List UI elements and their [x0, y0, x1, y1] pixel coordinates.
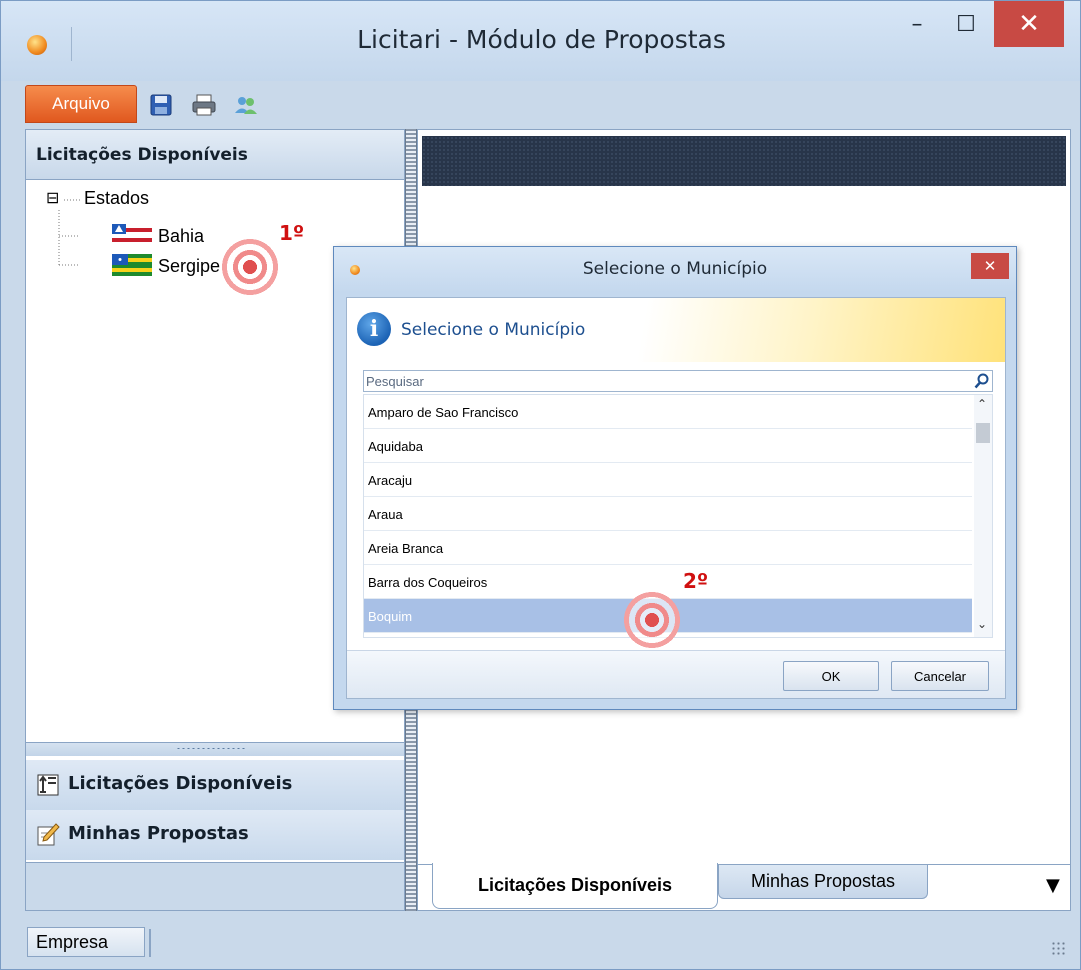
nav-label: Licitações Disponíveis [68, 773, 293, 794]
title-bar: Licitari - Módulo de Propostas – ☐ ✕ [1, 1, 1080, 81]
edit-icon [36, 823, 60, 847]
list-item[interactable]: Amparo de Sao Francisco [364, 395, 972, 429]
nav-label: Minhas Propostas [68, 823, 249, 844]
tab-licitacoes-disponiveis[interactable]: Licitações Disponíveis [432, 863, 718, 909]
menu-arquivo[interactable]: Arquivo [25, 85, 137, 123]
search-icon[interactable] [974, 373, 990, 389]
minimize-button[interactable]: – [889, 1, 945, 47]
scroll-down-icon[interactable]: ⌄ [977, 617, 987, 631]
tree-node-sergipe[interactable]: Sergipe [158, 256, 220, 277]
list-item[interactable]: Aquidaba [364, 429, 972, 463]
tree-collapse-icon[interactable]: ⊟ [46, 188, 59, 208]
splitter-grip [176, 747, 246, 750]
search-input[interactable] [366, 372, 966, 390]
click-target-marker-2 [621, 589, 683, 651]
users-icon[interactable] [233, 93, 259, 117]
list-icon [36, 773, 60, 797]
nav-licitacoes-disponiveis[interactable]: Licitações Disponíveis [26, 760, 404, 810]
dialog-heading: Selecione o Município [401, 320, 586, 340]
dialog-banner: i Selecione o Município [347, 298, 1005, 362]
dialog-close-button[interactable]: ✕ [971, 253, 1009, 279]
dialog-title: Selecione o Município [582, 259, 768, 279]
resize-grip[interactable] [1051, 941, 1067, 957]
status-bar: Empresa [21, 923, 1073, 961]
list-item[interactable]: Areia Branca [364, 531, 972, 565]
municipio-list[interactable]: Amparo de Sao Francisco Aquidaba Aracaju… [363, 394, 993, 638]
nav-footer [26, 862, 404, 910]
bahia-flag-icon [112, 224, 152, 246]
list-item[interactable]: Araua [364, 497, 972, 531]
cancel-button[interactable]: Cancelar [891, 661, 989, 691]
tabs-dropdown-icon[interactable]: ▼ [1046, 875, 1060, 896]
dialog-title-bar: Selecione o Município ✕ [334, 247, 1016, 293]
ok-button[interactable]: OK [783, 661, 879, 691]
maximize-button[interactable]: ☐ [938, 1, 994, 47]
list-item[interactable]: Aracaju [364, 463, 972, 497]
toolbar: Arquivo [21, 85, 1071, 125]
left-panel-header: Licitações Disponíveis [26, 130, 404, 180]
sergipe-flag-icon [112, 254, 152, 276]
marker-1-label: 1º [279, 221, 305, 245]
right-panel-header [422, 136, 1066, 186]
scroll-thumb[interactable] [976, 423, 990, 443]
print-icon[interactable] [191, 93, 217, 117]
list-scrollbar[interactable]: ⌃ ⌄ [974, 395, 992, 637]
search-box [363, 370, 993, 392]
marker-2-label: 2º [683, 569, 709, 593]
tree-node-estados[interactable]: Estados [84, 188, 149, 209]
dialog-footer: OK Cancelar [347, 650, 1005, 698]
app-window: Licitari - Módulo de Propostas – ☐ ✕ Arq… [0, 0, 1081, 970]
info-icon: i [357, 312, 391, 346]
nav-minhas-propostas[interactable]: Minhas Propostas [26, 810, 404, 860]
close-button[interactable]: ✕ [994, 1, 1064, 47]
panel-splitter[interactable] [26, 742, 404, 756]
scroll-up-icon[interactable]: ⌃ [977, 397, 987, 411]
tree-node-bahia[interactable]: Bahia [158, 226, 204, 247]
tab-minhas-propostas[interactable]: Minhas Propostas [718, 865, 928, 899]
status-empresa: Empresa [27, 927, 145, 957]
save-icon[interactable] [149, 93, 175, 117]
tabs-bar: Licitações Disponíveis Minhas Propostas … [418, 863, 1070, 910]
status-separator [149, 929, 151, 957]
click-target-marker-1 [219, 236, 281, 298]
